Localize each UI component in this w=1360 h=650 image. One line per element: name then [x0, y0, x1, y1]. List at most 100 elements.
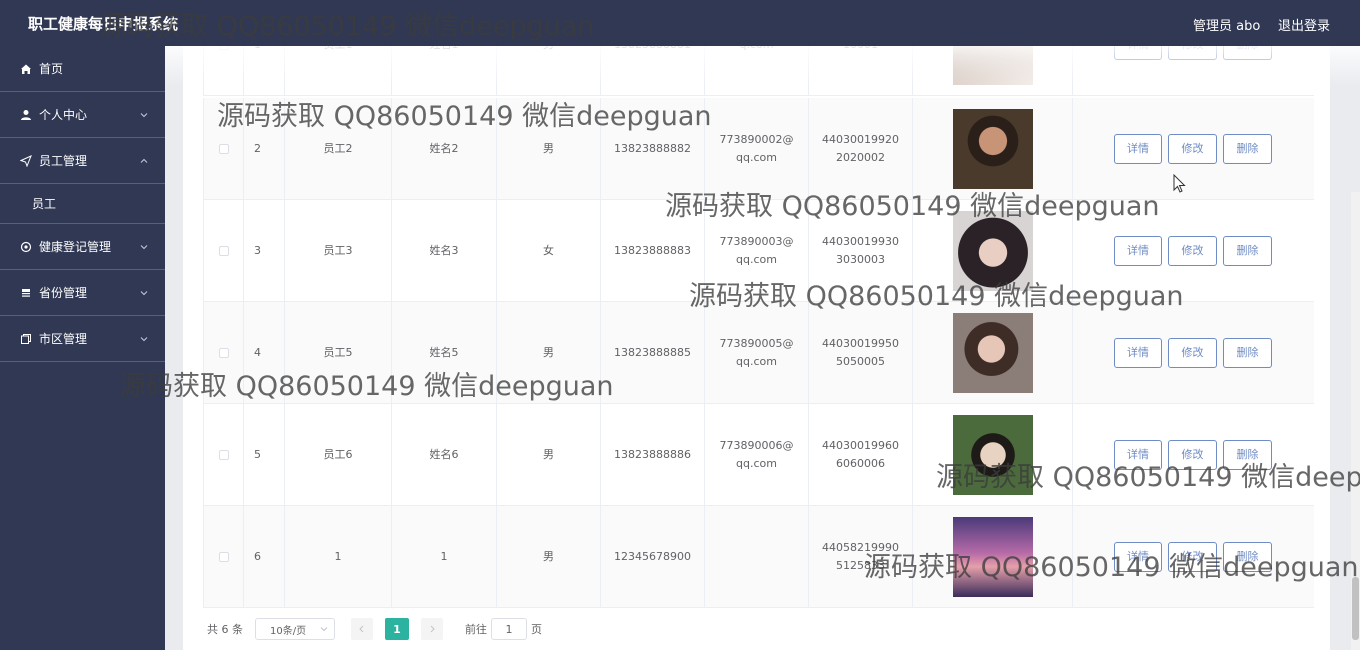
next-page-button[interactable] — [421, 618, 443, 640]
employee-name: 姓名2 — [392, 98, 497, 199]
prev-page-button[interactable] — [351, 618, 373, 640]
employee-email-cell: 773890005@qq.com — [705, 302, 809, 403]
chevron-up-icon — [140, 158, 148, 163]
row-index: 6 — [244, 506, 285, 607]
employee-phone: 13823888883 — [601, 200, 705, 301]
employee-email-cell: 773890002@qq.com — [705, 98, 809, 199]
copy-icon — [19, 332, 33, 346]
employee-no: 员工6 — [285, 404, 392, 505]
row-checkbox[interactable] — [218, 143, 229, 154]
pagination: 共 6 条 10条/页 1 前往 1 页 — [207, 618, 542, 640]
chevron-left-icon — [359, 625, 364, 633]
row-checkbox[interactable] — [218, 245, 229, 256]
employee-photo — [953, 210, 1033, 291]
chevron-down-icon — [140, 290, 148, 295]
edit-button[interactable]: 修改 — [1168, 439, 1217, 470]
settings-icon — [19, 240, 33, 254]
employee-photo — [953, 414, 1033, 495]
table-row: 3 员工3 姓名3 女 13823888883 773890003@qq.com 44030… — [203, 200, 1314, 302]
detail-button[interactable]: 详情 — [1114, 133, 1162, 164]
employee-photo — [953, 108, 1033, 189]
sidebar-item-personal-center[interactable]: 个人中心 — [0, 92, 165, 138]
sidebar-item-label: 员工 — [32, 197, 57, 211]
table-row: 4 员工5 姓名5 男 13823888885 773890005@qq.com 44030… — [203, 302, 1314, 404]
detail-button[interactable]: 详情 — [1114, 235, 1162, 266]
sidebar-item-home[interactable]: 首页 — [0, 46, 165, 92]
send-icon — [19, 154, 33, 168]
employee-id-card-cell: 440300199202020002 — [809, 98, 913, 199]
chevron-down-icon — [320, 627, 328, 632]
sidebar-item-city-management[interactable]: 市区管理 — [0, 316, 165, 362]
employee-photo-cell — [913, 98, 1073, 199]
page-suffix: 页 — [531, 623, 542, 636]
admin-label[interactable]: 管理员 abo — [1193, 15, 1260, 34]
employee-sex: 男 — [497, 98, 601, 199]
edit-button[interactable]: 修改 — [1168, 541, 1217, 572]
sidebar-item-employee[interactable]: 员工 — [0, 184, 165, 224]
sidebar-item-health-registration[interactable]: 健康登记管理 — [0, 224, 165, 270]
employee-sex: 男 — [497, 302, 601, 403]
detail-button[interactable]: 详情 — [1114, 541, 1162, 572]
row-actions: 详情修改删除 — [1073, 404, 1314, 505]
employee-phone: 13823888882 — [601, 98, 705, 199]
chevron-down-icon — [140, 244, 148, 249]
page-number-current[interactable]: 1 — [385, 618, 409, 640]
user-icon — [19, 108, 33, 122]
sidebar-item-province-management[interactable]: 省份管理 — [0, 270, 165, 316]
row-index: 4 — [244, 302, 285, 403]
total-count: 共 6 条 — [207, 623, 243, 636]
employee-photo-cell — [913, 302, 1073, 403]
employee-id-card-cell: 440300199303030003 — [809, 200, 913, 301]
table-row: 5 员工6 姓名6 男 13823888886 773890006@qq.com 44030… — [203, 404, 1314, 506]
logout-link[interactable]: 退出登录 — [1278, 15, 1330, 34]
employee-sex: 女 — [497, 200, 601, 301]
employee-email: 773890003@qq.com — [719, 234, 794, 266]
edit-button[interactable]: 修改 — [1168, 133, 1217, 164]
stack-icon — [19, 286, 33, 300]
top-bar: 职工健康每日申报系统 管理员 abo 退出登录 — [0, 0, 1360, 46]
scrollbar[interactable] — [1351, 192, 1360, 650]
employee-id-card: 440582199905125833 — [822, 540, 899, 572]
employee-email-cell — [705, 506, 809, 607]
detail-button[interactable]: 详情 — [1114, 439, 1162, 470]
sidebar-item-label: 健康登记管理 — [39, 240, 112, 254]
row-actions: 详情修改删除 — [1073, 302, 1314, 403]
main-content: 1员工1姓名1男13823888881q.com10001详情修改删除2员工2姓… — [165, 0, 1360, 650]
employee-photo-cell — [913, 404, 1073, 505]
employee-phone: 13823888886 — [601, 404, 705, 505]
row-checkbox[interactable] — [218, 551, 229, 562]
employee-phone: 13823888885 — [601, 302, 705, 403]
goto-label: 前往 — [465, 623, 487, 636]
employee-email-cell: 773890003@qq.com — [705, 200, 809, 301]
row-checkbox[interactable] — [218, 347, 229, 358]
row-checkbox-cell — [203, 98, 244, 199]
sidebar-item-label: 市区管理 — [39, 332, 88, 346]
delete-button[interactable]: 删除 — [1223, 541, 1272, 572]
chevron-down-icon — [140, 336, 148, 341]
employee-id-card: 440300199505050005 — [822, 336, 899, 368]
employee-sex: 男 — [497, 404, 601, 505]
row-checkbox[interactable] — [218, 449, 229, 460]
employee-email: 773890002@qq.com — [719, 132, 794, 164]
row-index: 2 — [244, 98, 285, 199]
scrollbar-thumb[interactable] — [1352, 577, 1359, 640]
page-size-select[interactable]: 10条/页 — [255, 618, 335, 640]
sidebar-item-label: 省份管理 — [39, 286, 88, 300]
sidebar-item-employee-management[interactable]: 员工管理 — [0, 138, 165, 184]
delete-button[interactable]: 删除 — [1223, 439, 1272, 470]
sidebar: 首页 个人中心 员工管理 员工 健康登记管理 省份管理 市区管理 — [0, 46, 165, 650]
employee-email-cell: 773890006@qq.com — [705, 404, 809, 505]
row-actions: 详情修改删除 — [1073, 98, 1314, 199]
delete-button[interactable]: 删除 — [1223, 337, 1272, 368]
row-actions: 详情修改删除 — [1073, 506, 1314, 607]
employee-no: 员工3 — [285, 200, 392, 301]
edit-button[interactable]: 修改 — [1168, 235, 1217, 266]
edit-button[interactable]: 修改 — [1168, 337, 1217, 368]
detail-button[interactable]: 详情 — [1114, 337, 1162, 368]
row-checkbox-cell — [203, 404, 244, 505]
row-checkbox-cell — [203, 302, 244, 403]
delete-button[interactable]: 删除 — [1223, 235, 1272, 266]
delete-button[interactable]: 删除 — [1223, 133, 1272, 164]
goto-page-input[interactable]: 1 — [491, 618, 527, 640]
chevron-down-icon — [140, 112, 148, 117]
